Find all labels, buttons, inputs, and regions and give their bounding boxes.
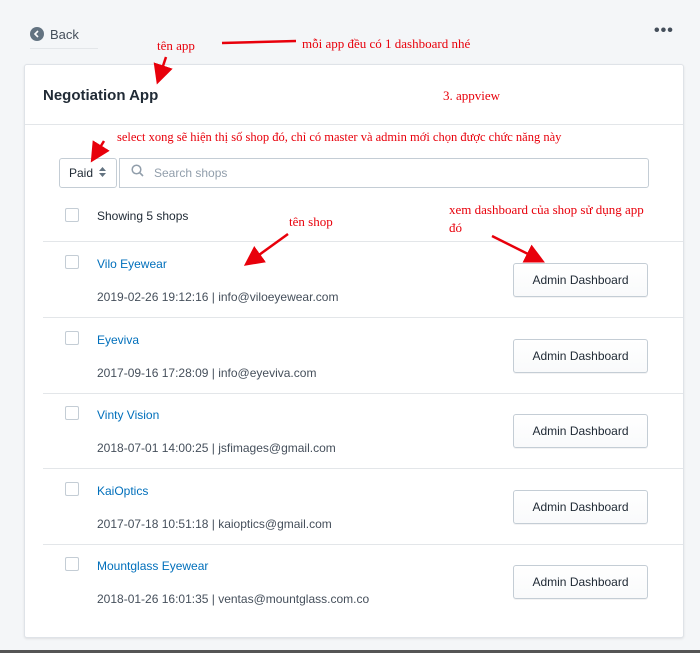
shop-name-link[interactable]: Eyeviva (97, 333, 139, 347)
showing-count: Showing 5 shops (97, 209, 189, 223)
shop-checkbox[interactable] (65, 255, 79, 269)
shop-meta: 2019-02-26 19:12:16 | info@viloeyewear.c… (97, 290, 339, 304)
shop-row: Mountglass Eyewear 2018-01-26 16:01:35 |… (25, 544, 683, 619)
select-all-checkbox[interactable] (65, 208, 79, 222)
annotation-appview: 3. appview (443, 88, 501, 103)
shop-meta: 2018-01-26 16:01:35 | ventas@mountglass.… (97, 592, 370, 606)
back-label: Back (50, 26, 79, 42)
app-card: Negotiation App Paid Showing 5 shops Vil… (24, 64, 684, 638)
annotation-shop-name: tên shop (289, 214, 333, 229)
shop-checkbox[interactable] (65, 557, 79, 571)
status-filter-select[interactable]: Paid (59, 158, 117, 188)
app-title: Negotiation App (43, 87, 159, 104)
shop-meta: 2017-09-16 17:28:09 | info@eyeviva.com (97, 366, 317, 380)
admin-dashboard-button[interactable]: Admin Dashboard (513, 263, 648, 297)
admin-dashboard-button[interactable]: Admin Dashboard (513, 565, 648, 599)
shop-checkbox[interactable] (65, 482, 79, 496)
admin-dashboard-button[interactable]: Admin Dashboard (513, 490, 648, 524)
search-icon (131, 164, 144, 182)
up-down-caret-icon (99, 167, 107, 179)
admin-dashboard-button[interactable]: Admin Dashboard (513, 339, 648, 373)
status-filter-value: Paid (69, 166, 94, 180)
back-icon (30, 27, 44, 41)
shop-checkbox[interactable] (65, 331, 79, 345)
shop-meta: 2018-07-01 14:00:25 | jsfimages@gmail.co… (97, 441, 336, 455)
shop-name-link[interactable]: Vinty Vision (97, 408, 159, 422)
more-options-icon[interactable]: ••• (654, 22, 674, 40)
shop-row: Eyeviva 2017-09-16 17:28:09 | info@eyevi… (25, 318, 683, 393)
shop-row: Vilo Eyewear 2019-02-26 19:12:16 | info@… (25, 242, 683, 317)
admin-dashboard-button[interactable]: Admin Dashboard (513, 414, 648, 448)
shop-row: KaiOptics 2017-07-18 10:51:18 | kaioptic… (25, 469, 683, 544)
annotation-dashboard-note-cont: đó (449, 220, 462, 235)
shop-name-link[interactable]: KaiOptics (97, 484, 148, 498)
shop-row: Vinty Vision 2018-07-01 14:00:25 | jsfim… (25, 393, 683, 468)
annotation-dashboard-note: xem dashboard của shop sử dụng app (449, 202, 644, 217)
back-button[interactable]: Back (30, 20, 98, 49)
search-field[interactable] (119, 158, 649, 188)
annotation-one-dashboard: mỗi app đều có 1 dashboard nhé (302, 36, 471, 51)
shop-name-link[interactable]: Mountglass Eyewear (97, 559, 208, 573)
shop-meta: 2017-07-18 10:51:18 | kaioptics@gmail.co… (97, 517, 332, 531)
search-input[interactable] (152, 165, 596, 181)
annotation-select-note: select xong sẽ hiện thị số shop đó, chỉ … (117, 130, 562, 144)
annotation-app-name: tên app (157, 38, 195, 53)
shop-checkbox[interactable] (65, 406, 79, 420)
shop-name-link[interactable]: Vilo Eyewear (97, 257, 167, 271)
card-divider (25, 124, 683, 125)
